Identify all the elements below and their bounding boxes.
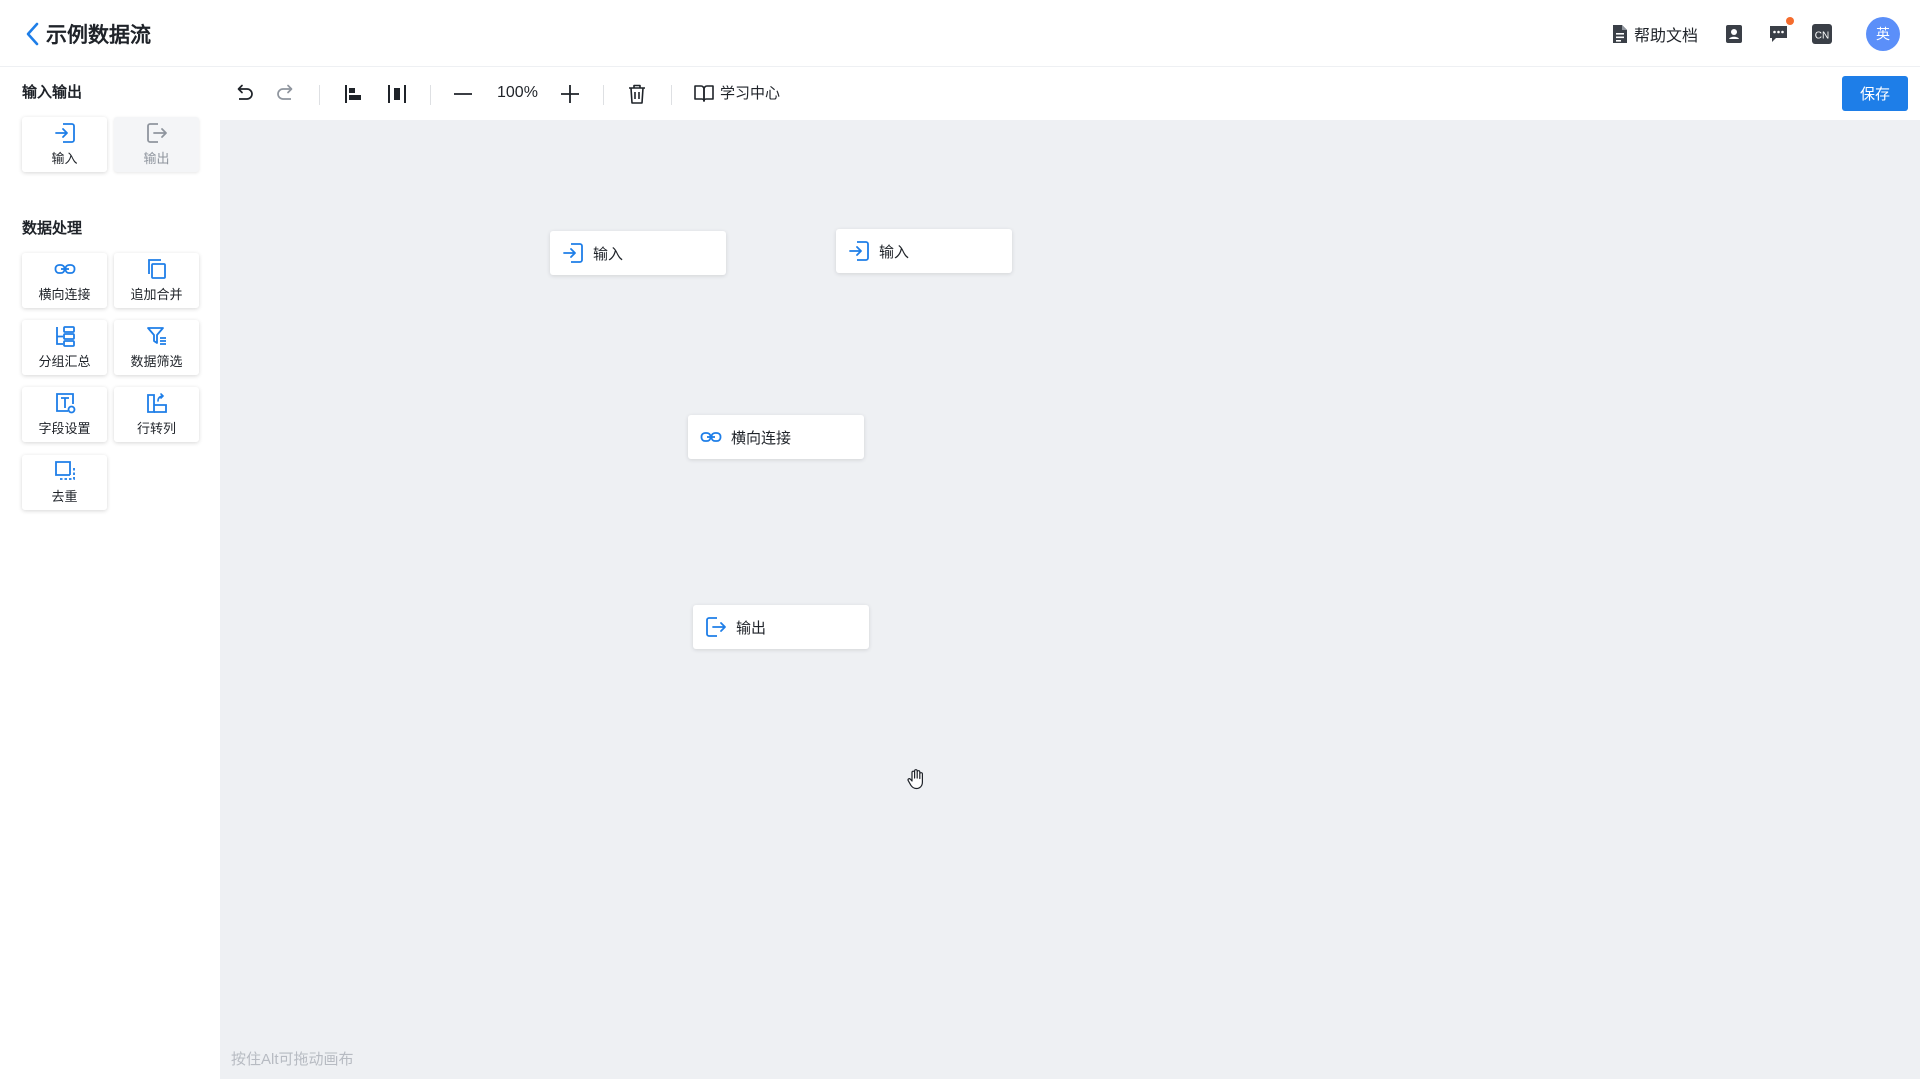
input-icon: [563, 243, 583, 263]
toolbar-divider: [603, 85, 604, 105]
section-title-process: 数据处理: [22, 220, 83, 237]
book-icon: [694, 84, 714, 102]
align-left-button[interactable]: [340, 81, 366, 107]
zoom-out-button[interactable]: [450, 81, 476, 107]
learning-center-label: 学习中心: [720, 85, 781, 102]
contacts-icon: [1726, 25, 1742, 43]
palette-tool-dedupe[interactable]: 去重: [22, 455, 107, 510]
notification-dot: [1786, 17, 1794, 25]
canvas-node-input-1[interactable]: 输入: [550, 231, 726, 275]
help-docs-link[interactable]: 帮助文档: [1611, 22, 1698, 46]
input-icon: [54, 123, 75, 143]
output-icon: [706, 617, 726, 637]
palette-tool-label: 去重: [51, 489, 78, 504]
language-switch-button[interactable]: CN: [1810, 22, 1834, 46]
align-left-icon: [345, 85, 361, 103]
save-button[interactable]: 保存: [1842, 76, 1908, 111]
page-title: 示例数据流: [46, 24, 151, 47]
copy-merge-icon: [147, 259, 166, 279]
canvas-node-label: 输入: [593, 245, 624, 263]
message-icon: [1769, 26, 1787, 42]
node-palette-sidebar: 输入输出 输入 输出 数据处理 横向连接 追加合并 分组汇总 数据筛选 字段设置…: [0, 68, 220, 1079]
app-header: 示例数据流 帮助文档 CN 英: [0, 0, 1920, 67]
hand-cursor-icon: [907, 769, 923, 790]
zoom-level: 100%: [497, 84, 538, 101]
dedupe-icon: [54, 461, 75, 480]
distribute-button[interactable]: [384, 81, 410, 107]
palette-tool-label: 分组汇总: [38, 354, 91, 369]
palette-tool-filter[interactable]: 数据筛选: [114, 320, 199, 375]
plus-icon: [561, 85, 579, 103]
delete-button[interactable]: [624, 81, 650, 107]
canvas-hint: 按住Alt可拖动画布: [231, 1051, 354, 1068]
editor-toolbar: 100% 学习中心 保存: [220, 68, 1920, 120]
palette-tool-input[interactable]: 输入: [22, 117, 107, 172]
canvas-node-output[interactable]: 输出: [693, 605, 869, 649]
palette-tool-field-settings[interactable]: 字段设置: [22, 387, 107, 442]
minus-icon: [454, 93, 472, 95]
filter-icon: [146, 327, 166, 345]
palette-tool-pivot[interactable]: 行转列: [114, 387, 199, 442]
help-docs-label: 帮助文档: [1633, 28, 1698, 45]
header-actions: 帮助文档 CN 英: [1611, 17, 1900, 51]
palette-tool-label: 横向连接: [38, 287, 91, 302]
avatar[interactable]: 英: [1866, 17, 1900, 51]
toolbar-divider: [430, 85, 431, 105]
distribute-icon: [388, 85, 406, 103]
canvas-node-label: 横向连接: [731, 429, 792, 447]
canvas-node-input-2[interactable]: 输入: [836, 229, 1012, 273]
input-icon: [849, 241, 869, 261]
palette-tool-append[interactable]: 追加合并: [114, 253, 199, 308]
palette-tool-label: 追加合并: [130, 287, 183, 302]
redo-icon: [277, 84, 293, 100]
palette-tool-label: 数据筛选: [130, 354, 183, 369]
canvas-node-label: 输入: [879, 243, 910, 261]
group-summary-icon: [55, 326, 75, 347]
trash-icon: [629, 84, 645, 104]
output-icon: [146, 123, 167, 143]
toolbar-divider: [319, 85, 320, 105]
zoom-in-button[interactable]: [557, 81, 583, 107]
palette-tool-label: 输出: [143, 151, 170, 166]
redo-button[interactable]: [273, 81, 299, 107]
palette-tool-join[interactable]: 横向连接: [22, 253, 107, 308]
learning-center-link[interactable]: 学习中心: [694, 82, 780, 103]
palette-tool-label: 行转列: [136, 421, 176, 436]
undo-button[interactable]: [231, 81, 257, 107]
palette-tool-label: 输入: [51, 151, 78, 166]
toolbar-divider: [671, 85, 672, 105]
language-code: CN: [1815, 31, 1829, 42]
messages-button[interactable]: [1766, 17, 1794, 46]
link-icon: [54, 264, 75, 274]
palette-tool-output[interactable]: 输出: [114, 117, 199, 172]
palette-tool-group[interactable]: 分组汇总: [22, 320, 107, 375]
undo-icon: [237, 84, 253, 100]
canvas-node-label: 输出: [736, 619, 767, 637]
palette-tool-label: 字段设置: [38, 421, 91, 436]
canvas-node-join[interactable]: 横向连接: [688, 415, 864, 459]
document-icon: [1612, 25, 1627, 43]
row-to-column-icon: [146, 393, 167, 413]
field-settings-icon: [55, 393, 75, 414]
link-icon: [700, 432, 722, 442]
contacts-button[interactable]: [1722, 22, 1746, 46]
section-title-io: 输入输出: [22, 84, 83, 101]
language-icon: CN: [1812, 24, 1832, 44]
chevron-left-icon: [26, 22, 39, 46]
back-button[interactable]: 示例数据流: [24, 19, 151, 49]
flow-canvas[interactable]: 输入 输入 横向连接 输出 按住Alt可拖动画布: [220, 120, 1920, 1079]
